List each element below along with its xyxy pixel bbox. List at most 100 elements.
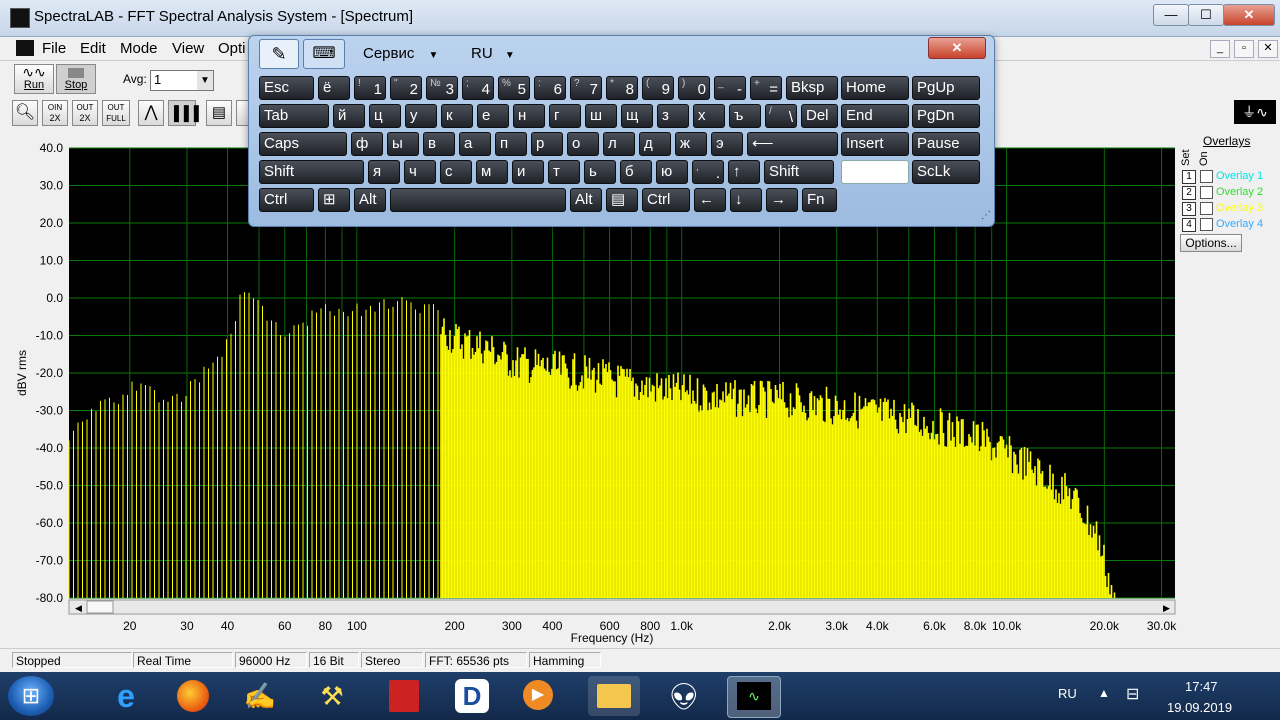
- start-button[interactable]: ⊞: [8, 676, 54, 716]
- plot-scrollbar[interactable]: [68, 599, 1176, 615]
- run-button[interactable]: ∿∿ Run: [14, 64, 54, 94]
- osk-key[interactable]: Ctrl: [259, 188, 314, 212]
- osk-key[interactable]: э: [711, 132, 743, 156]
- osk-key[interactable]: п: [495, 132, 527, 156]
- tray-expand-icon[interactable]: ▲: [1098, 686, 1110, 700]
- stop-button[interactable]: Stop: [56, 64, 96, 94]
- osk-key[interactable]: ч: [404, 160, 436, 184]
- admin-tools-icon[interactable]: ⚒: [306, 676, 358, 716]
- osk-key[interactable]: (9: [642, 76, 674, 100]
- osk-key[interactable]: Fn: [802, 188, 837, 212]
- overlay-on-checkbox[interactable]: [1200, 186, 1213, 199]
- osk-key[interactable]: ж: [675, 132, 707, 156]
- osk-key[interactable]: я: [368, 160, 400, 184]
- zoom-out-full-button[interactable]: OUT FULL: [102, 100, 130, 126]
- menu-file[interactable]: File: [42, 40, 66, 57]
- osk-language-menu[interactable]: RU ▼: [471, 45, 515, 62]
- keyboard-icon[interactable]: ⌨: [303, 39, 345, 69]
- menu-options[interactable]: Opti: [218, 40, 246, 57]
- menu-view[interactable]: View: [172, 40, 204, 57]
- osk-key[interactable]: →: [766, 188, 798, 212]
- osk-close-button[interactable]: ✕: [928, 37, 986, 59]
- line-graph-icon[interactable]: ⋀: [138, 100, 164, 126]
- osk-key[interactable]: и: [512, 160, 544, 184]
- osk-key[interactable]: % 5: [498, 76, 530, 100]
- resize-grip-icon[interactable]: ⋰: [981, 210, 991, 221]
- osk-nav-key[interactable]: End: [841, 104, 909, 128]
- osk-key[interactable]: ↑: [728, 160, 760, 184]
- osk-key[interactable]: [390, 188, 566, 212]
- language-indicator[interactable]: RU: [1058, 686, 1077, 701]
- window-titlebar[interactable]: SpectraLAB - FFT Spectral Analysis Syste…: [0, 0, 1280, 37]
- zoom-in-2x-button[interactable]: OIN 2X: [42, 100, 68, 126]
- osk-key[interactable]: Ctrl: [642, 188, 690, 212]
- osk-key[interactable]: + =: [750, 76, 782, 100]
- osk-key[interactable]: ь: [584, 160, 616, 184]
- internet-explorer-icon[interactable]: e: [100, 676, 152, 716]
- handwriting-pen-icon[interactable]: ✎: [259, 39, 299, 69]
- osk-key[interactable]: ,.: [692, 160, 724, 184]
- avg-select[interactable]: 1 ▼: [150, 70, 214, 91]
- osk-key[interactable]: Esc: [259, 76, 314, 100]
- osk-nav-key[interactable]: PgUp: [912, 76, 980, 100]
- osk-key[interactable]: ▤: [606, 188, 638, 212]
- osk-key[interactable]: у: [405, 104, 437, 128]
- osk-key[interactable]: ю: [656, 160, 688, 184]
- osk-key[interactable]: б: [620, 160, 652, 184]
- osk-key[interactable]: ! 1: [354, 76, 386, 100]
- video-player-icon[interactable]: ▶: [512, 676, 564, 716]
- mdi-close-button[interactable]: ✕: [1258, 40, 1278, 58]
- media-player-icon[interactable]: D: [446, 676, 498, 716]
- osk-key[interactable]: х: [693, 104, 725, 128]
- osk-key[interactable]: Shift: [259, 160, 364, 184]
- osk-nav-key[interactable]: PgDn: [912, 104, 980, 128]
- osk-key[interactable]: Del: [801, 104, 838, 128]
- zoom-out-2x-button[interactable]: OUT 2X: [72, 100, 98, 126]
- bar-graph-icon[interactable]: ▐▐▐: [168, 100, 199, 126]
- osk-key[interactable]: о: [567, 132, 599, 156]
- osk-key[interactable]: с: [440, 160, 472, 184]
- osk-key[interactable]: " 2: [390, 76, 422, 100]
- spectralab-taskbar-icon[interactable]: ∿: [727, 676, 781, 718]
- osk-key[interactable]: ? 7: [570, 76, 602, 100]
- osk-key[interactable]: Tab: [259, 104, 329, 128]
- zoom-icon[interactable]: 🔍︎: [12, 100, 38, 126]
- osk-key[interactable]: / \: [765, 104, 797, 128]
- clock-time[interactable]: 17:47: [1185, 679, 1218, 694]
- scroll-right-icon[interactable]: ▶: [1163, 603, 1170, 613]
- osk-key[interactable]: Shift: [764, 160, 834, 184]
- osk-key[interactable]: й: [333, 104, 365, 128]
- scroll-left-icon[interactable]: ◀: [75, 603, 82, 613]
- chevron-down-icon[interactable]: ▼: [197, 71, 213, 90]
- osk-key[interactable]: щ: [621, 104, 653, 128]
- osk-nav-key[interactable]: Home: [841, 76, 909, 100]
- firefox-icon[interactable]: [167, 676, 219, 716]
- osk-nav-key[interactable]: Insert: [841, 132, 909, 156]
- explorer-folder-icon[interactable]: [588, 676, 640, 716]
- osk-key[interactable]: м: [476, 160, 508, 184]
- mdi-restore-button[interactable]: ▫: [1234, 40, 1254, 58]
- osk-key[interactable]: _ -: [714, 76, 746, 100]
- overlay-set-button[interactable]: 1: [1182, 170, 1196, 184]
- overlay-on-checkbox[interactable]: [1200, 202, 1213, 215]
- osk-key[interactable]: :6: [534, 76, 566, 100]
- osk-key[interactable]: в: [423, 132, 455, 156]
- overlay-set-button[interactable]: 3: [1182, 202, 1196, 216]
- osk-key[interactable]: Alt: [570, 188, 602, 212]
- overlay-set-button[interactable]: 2: [1182, 186, 1196, 200]
- osk-key[interactable]: д: [639, 132, 671, 156]
- osk-key[interactable]: г: [549, 104, 581, 128]
- osk-key[interactable]: ⟵: [747, 132, 838, 156]
- signal-generator-icon[interactable]: ⏚∿: [1234, 100, 1276, 124]
- osk-key[interactable]: ц: [369, 104, 401, 128]
- alien-app-icon[interactable]: 👽︎: [658, 676, 710, 716]
- overlay-on-checkbox[interactable]: [1200, 218, 1213, 231]
- osk-key[interactable]: ⊞: [318, 188, 350, 212]
- osk-key[interactable]: л: [603, 132, 635, 156]
- osk-key[interactable]: а: [459, 132, 491, 156]
- osk-key[interactable]: Bksp: [786, 76, 838, 100]
- osk-key[interactable]: ; 4: [462, 76, 494, 100]
- osk-key[interactable]: ) 0: [678, 76, 710, 100]
- osk-service-menu[interactable]: Сервис ▼: [363, 45, 438, 62]
- osk-key[interactable]: ъ: [729, 104, 761, 128]
